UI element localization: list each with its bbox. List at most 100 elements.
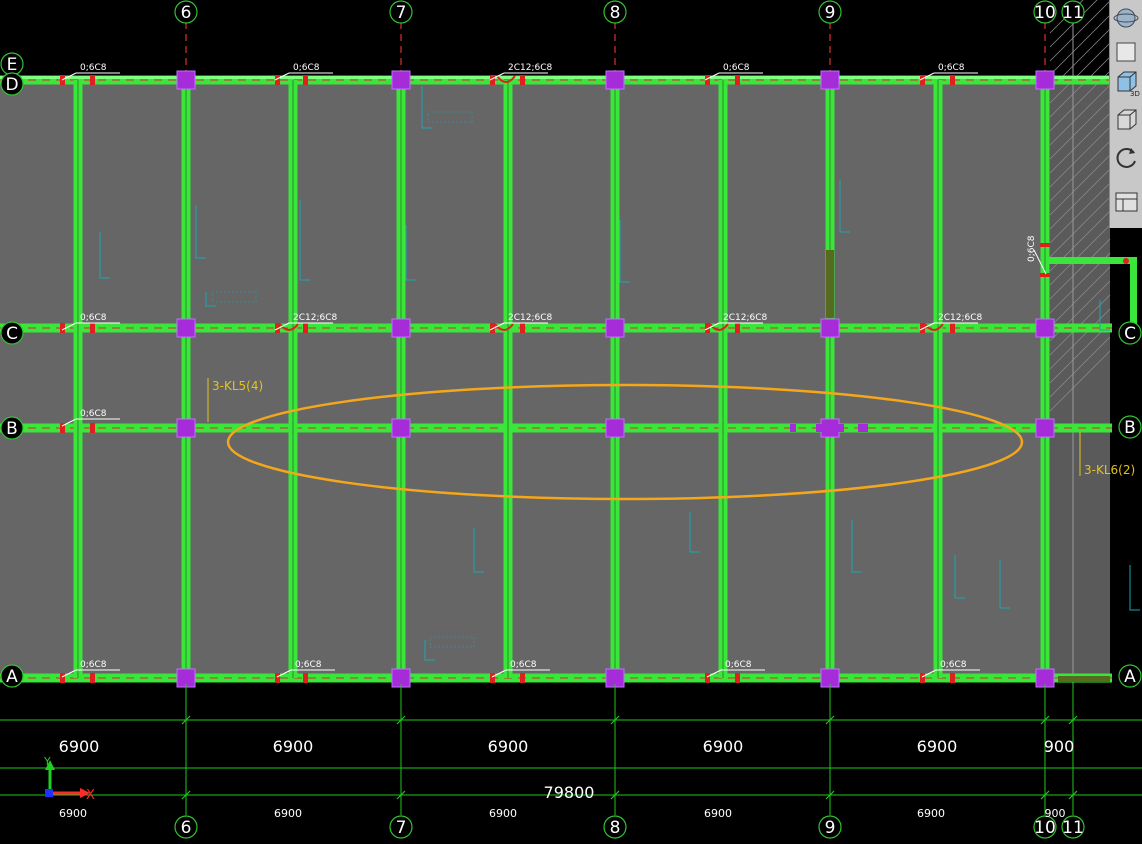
column [391,318,411,338]
dimension-text: 6900 [488,737,529,756]
column [176,318,196,338]
rebar-mark [520,673,525,683]
rebar-mark [60,323,65,333]
rebar-mark [950,75,955,85]
dimension-text: 6900 [273,737,314,756]
column [1035,318,1055,338]
dimension-text-small: 6900 [274,807,302,820]
rebar-label: 0;6C8 [725,660,752,670]
ucs-y-label: Y [43,755,51,768]
column [176,70,196,90]
rebar-label: 0;6C8 [295,660,322,670]
ucs-icon: XY [43,755,95,803]
axis-bubble-top: 6 [181,3,192,23]
view-box-dropdown-icon[interactable] [1112,106,1141,134]
rebar-label-vertical: 0;6C8 [1027,235,1037,262]
dimension-text-small: 6900 [489,807,517,820]
rebar-mark [60,673,65,683]
rebar-mark [735,323,740,333]
rebar-label: 0;6C8 [80,63,107,73]
rebar-label: 0;6C8 [510,660,537,670]
annotation-leader [1129,565,1140,611]
slab-layer [0,80,1110,678]
axis-bubble-bottom: 11 [1062,818,1084,838]
dimension-text-small: 6900 [59,807,87,820]
rebar-mark [1040,273,1050,277]
axis-bubble-left: E [7,55,18,75]
axis-bubble-right: B [1124,418,1136,438]
rebar-label: 2C12;6C8 [938,313,983,323]
view-3d-icon[interactable]: 3D [1112,38,1141,98]
column-segment [790,424,796,432]
dimension-text-small: 900 [1045,807,1066,820]
rebar-label: 2C12;6C8 [293,313,338,323]
axis-bubble-bottom: 8 [610,818,621,838]
column [605,418,625,438]
beam-segment-olive [1058,676,1110,682]
beam-label-kl6: 3-KL6(2) [1084,463,1135,477]
rebar-mark [1123,258,1129,264]
column [820,70,840,90]
layout-icon[interactable] [1112,188,1141,216]
rebar-label: 0;6C8 [80,660,107,670]
dimension-layer: 6900 6900 6900 6900 6900 900 79800 6900 6900 6900… [0,684,1142,820]
slab-area [0,80,1048,678]
rebar-mark [735,75,740,85]
axis-bubble-right: C [1124,324,1136,344]
rebar-mark [1040,243,1050,247]
axis-bubble-bottom: 9 [825,818,836,838]
rebar-mark [950,323,955,333]
rebar-mark [90,323,95,333]
axis-bubble-top: 8 [610,3,621,23]
rebar-mark [303,75,308,85]
rebar-mark [303,323,308,333]
rebar-label: 2C12;6C8 [508,63,553,73]
axis-bubble-bottom: 10 [1034,818,1056,838]
rebar-label: 0;6C8 [723,63,750,73]
orbit-icon[interactable] [1112,4,1141,32]
rebar-mark [950,673,955,683]
column [176,418,196,438]
drawing-canvas[interactable]: 0;6C8 0;6C8 2C12;6C8 0;6C8 0;6C8 0;6C8 2C12;6C… [0,0,1142,844]
axis-bubble-top: 11 [1062,3,1084,23]
beam-cantilever [1048,257,1130,264]
column-segment [858,424,868,432]
dimension-text: 6900 [59,737,100,756]
rebar-mark [520,323,525,333]
column [1035,418,1055,438]
axis-bubble-top: 7 [396,3,407,23]
rebar-label: 2C12;6C8 [723,313,768,323]
axis-bubble-left: A [6,667,18,687]
dimension-text-small: 6900 [704,807,732,820]
rebar-mark [90,423,95,433]
column [391,70,411,90]
axis-bubble-left: C [6,324,18,344]
view-box-icon[interactable] [1112,68,1141,96]
rebar-mark [490,673,495,683]
column [605,318,625,338]
rebar-label: 0;6C8 [80,409,107,419]
rotate-icon[interactable] [1112,144,1141,172]
rebar-label: 2C12;6C8 [508,313,553,323]
dimension-text: 900 [1044,737,1075,756]
axis-bubble-top: 9 [825,3,836,23]
beam-label-kl5: 3-KL5(4) [212,379,263,393]
rebar-mark [303,673,308,683]
column [605,70,625,90]
rebar-mark [520,75,525,85]
ucs-origin [45,789,53,797]
dimension-text: 6900 [703,737,744,756]
dimension-text-small: 6900 [917,807,945,820]
axis-bubble-right: A [1124,667,1136,687]
rebar-mark [920,673,925,683]
rebar-label: 0;6C8 [80,313,107,323]
rebar-mark [90,673,95,683]
dimension-total: 79800 [544,783,595,802]
column [1035,70,1055,90]
axis-bubble-bottom: 7 [396,818,407,838]
rebar-mark [735,673,740,683]
rebar-label: 0;6C8 [938,63,965,73]
beam-cantilever-end [1130,257,1137,327]
rebar-mark [705,673,710,683]
axis-bubble-left: D [5,75,18,95]
